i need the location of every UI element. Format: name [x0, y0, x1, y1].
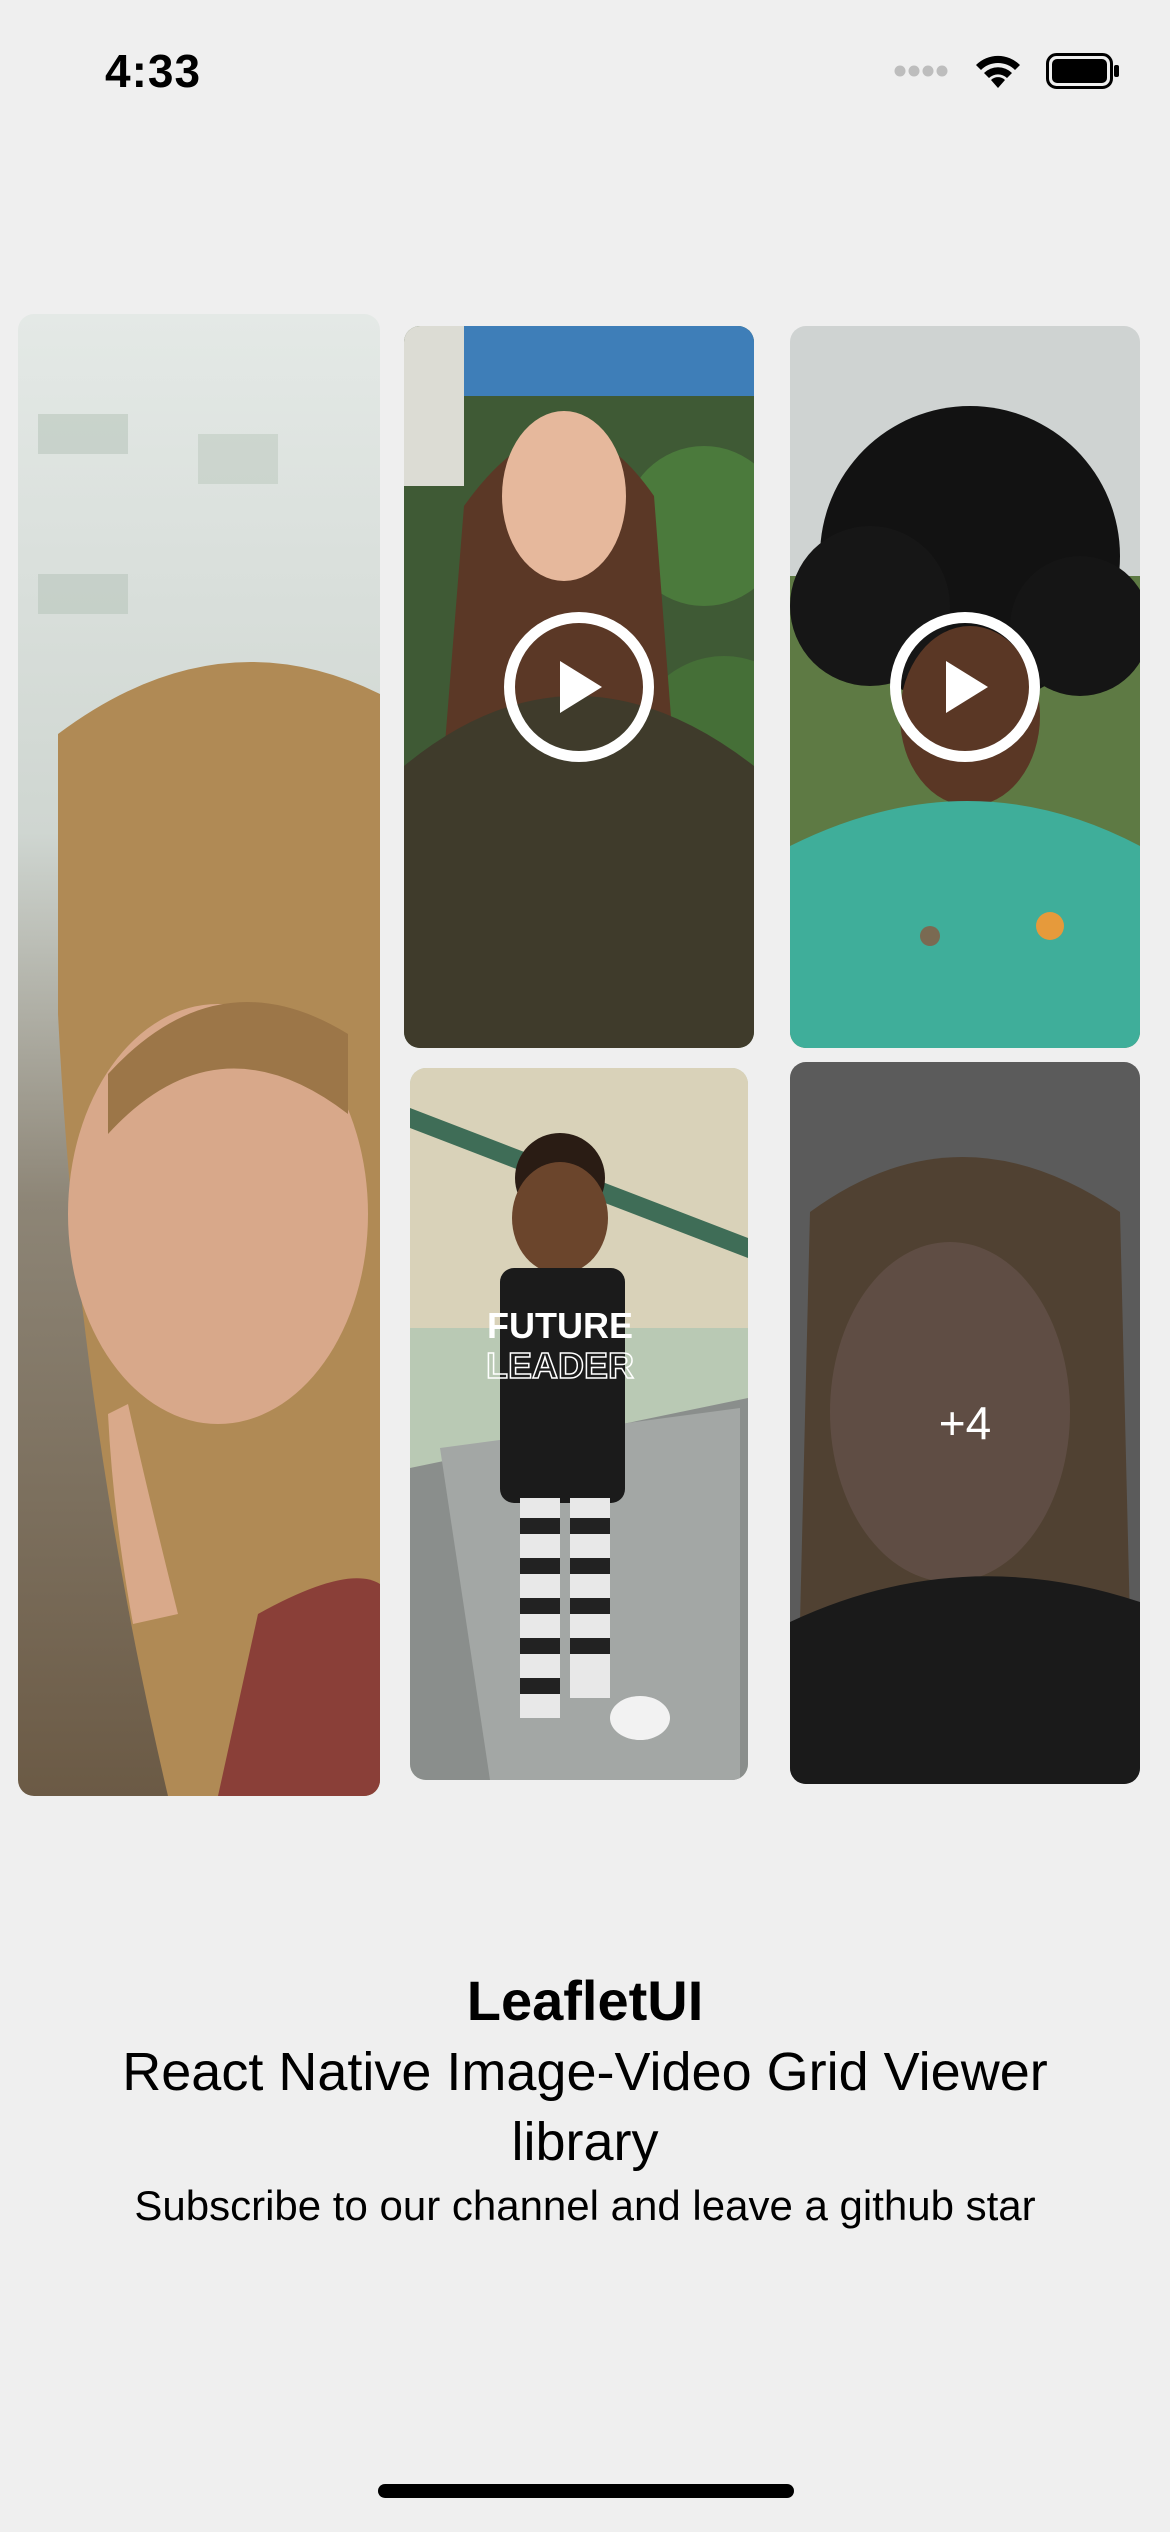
- media-tile-image-2[interactable]: FUTURE LEADER: [410, 1068, 748, 1780]
- status-time: 4:33: [105, 45, 202, 97]
- photo-woman-smiling: [18, 314, 380, 1796]
- status-icons: [894, 52, 1120, 90]
- media-tile-video-1[interactable]: [404, 326, 754, 1048]
- battery-icon: [1046, 53, 1119, 89]
- app-subtitle: React Native Image-Video Grid Viewer lib…: [122, 2042, 1048, 2172]
- app-title: LeafletUI: [466, 1969, 704, 2032]
- shirt-text-leader: LEADER: [486, 1345, 634, 1386]
- play-icon[interactable]: [890, 612, 1040, 762]
- media-tile-more[interactable]: +4: [790, 1062, 1140, 1784]
- home-indicator[interactable]: [378, 2484, 794, 2498]
- footer-text: LeafletUI React Native Image-Video Grid …: [0, 1965, 1170, 2235]
- media-tile-video-2[interactable]: [790, 326, 1140, 1048]
- play-icon[interactable]: [504, 612, 654, 762]
- cellular-dots-icon: [894, 65, 948, 77]
- app-screen: 4:33 FUTURE LEADER +4 LeafletUI React Na…: [0, 0, 1170, 2532]
- app-caption: Subscribe to our channel and leave a git…: [134, 2182, 1036, 2229]
- wifi-icon: [976, 55, 1020, 88]
- media-tile-image-1[interactable]: [18, 314, 380, 1796]
- more-count-label: +4: [938, 1397, 992, 1449]
- more-overlay: +4: [790, 1062, 1140, 1784]
- shirt-text-future: FUTURE: [487, 1305, 633, 1346]
- photo-child-walkway: FUTURE LEADER: [410, 1068, 748, 1780]
